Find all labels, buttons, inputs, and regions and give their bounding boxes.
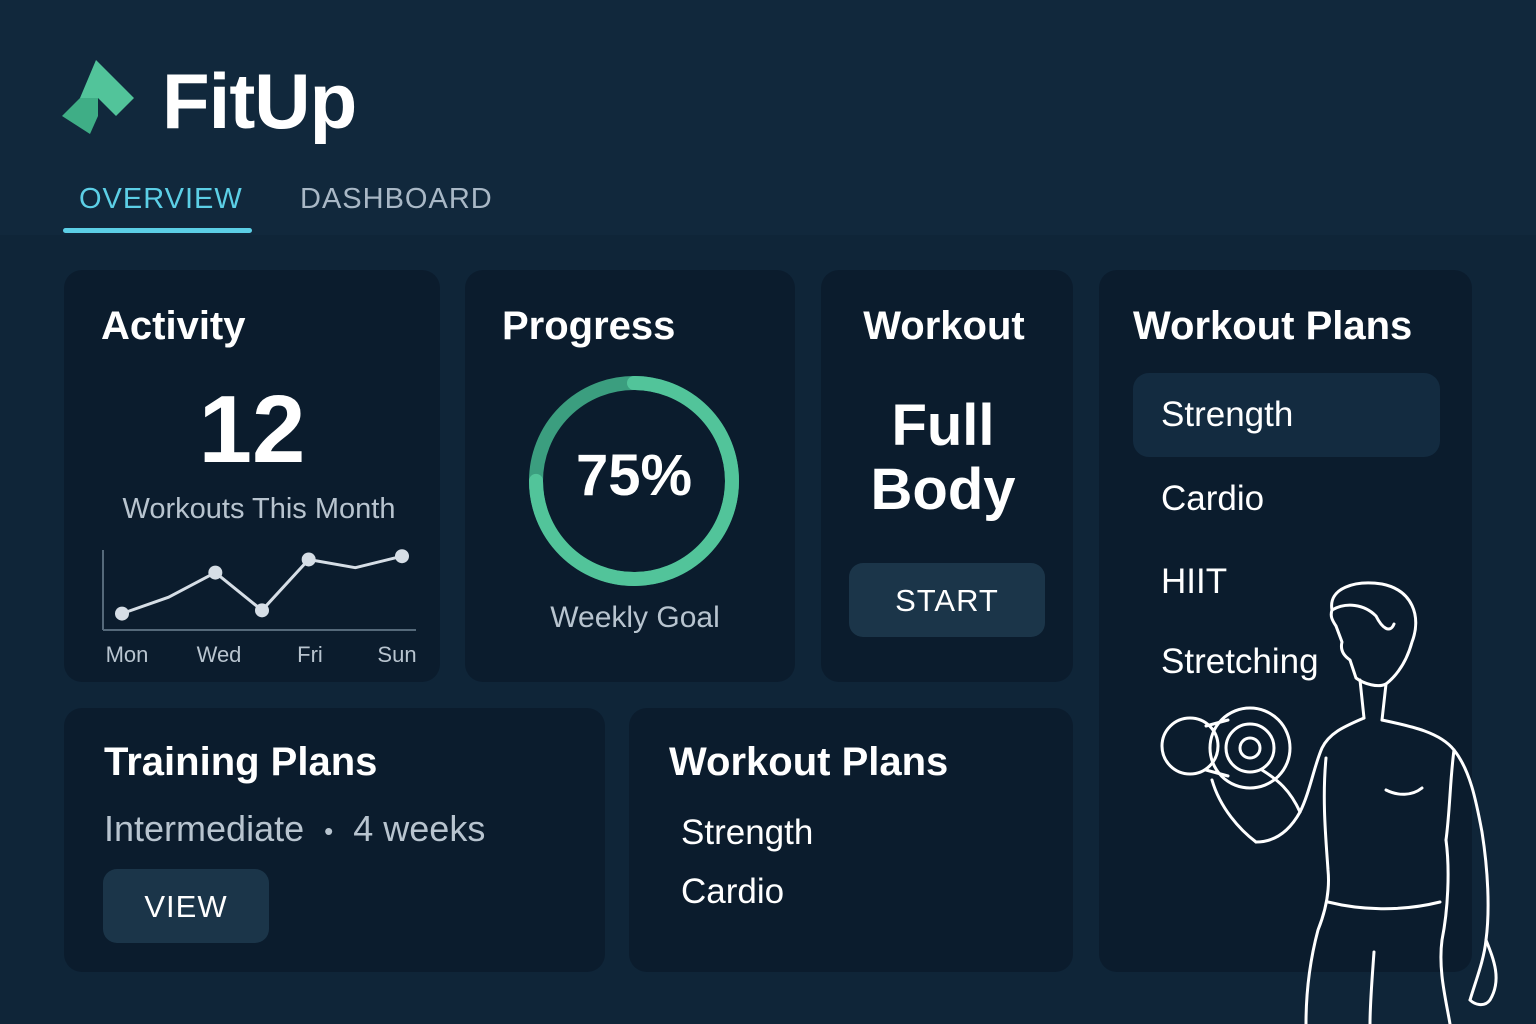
- training-level: Intermediate: [104, 808, 305, 849]
- training-plans-title: Training Plans: [104, 740, 378, 784]
- active-tab-indicator: [63, 228, 252, 233]
- workout-plans-title: Workout Plans: [1133, 304, 1413, 348]
- training-duration: 4 weeks: [353, 808, 486, 849]
- secondary-plan-strength[interactable]: Strength: [681, 812, 813, 854]
- workout-plans-secondary-title: Workout Plans: [669, 740, 949, 784]
- workout-name-line2: Body: [870, 457, 1016, 522]
- chart-x-label: Fri: [297, 642, 323, 667]
- activity-point: [395, 549, 409, 564]
- fitup-logo-icon: [62, 60, 134, 134]
- chart-x-label: Mon: [106, 642, 149, 667]
- chart-x-label: Sun: [377, 642, 416, 667]
- plan-item-cardio[interactable]: Cardio: [1133, 457, 1440, 541]
- training-plans-card: Training Plans Intermediate • 4 weeks VI…: [64, 708, 605, 972]
- view-button[interactable]: VIEW: [103, 869, 269, 943]
- activity-point: [115, 606, 129, 621]
- progress-subtitle: Weekly Goal: [550, 601, 720, 634]
- start-button[interactable]: START: [849, 563, 1045, 637]
- athlete-dumbbell-icon: [1160, 581, 1498, 1024]
- activity-line-chart: Mon Wed Fri Sun: [102, 549, 417, 667]
- secondary-plan-cardio[interactable]: Cardio: [681, 871, 784, 913]
- plan-item-strength[interactable]: Strength: [1133, 373, 1440, 457]
- meta-separator: •: [324, 816, 334, 847]
- activity-card: Activity 12 Workouts This Month Mon Wed Fr…: [64, 270, 440, 682]
- progress-title: Progress: [502, 304, 676, 348]
- activity-point: [255, 603, 269, 618]
- chart-x-label: Wed: [197, 642, 242, 667]
- progress-value: 75%: [575, 443, 693, 508]
- workout-card: Workout Full Body START: [821, 270, 1073, 682]
- activity-point: [301, 552, 316, 567]
- activity-point: [208, 565, 223, 580]
- workout-name-line1: Full: [891, 393, 995, 458]
- tab-dashboard[interactable]: DASHBOARD: [300, 182, 493, 216]
- tab-overview[interactable]: OVERVIEW: [79, 182, 243, 216]
- workout-name: Full Body: [821, 394, 1065, 522]
- app-name: FitUp: [162, 57, 357, 145]
- workout-plans-secondary-card: Workout Plans Strength Cardio: [629, 708, 1073, 972]
- progress-card: Progress 75% Weekly Goal: [465, 270, 795, 682]
- training-plan-meta: Intermediate • 4 weeks: [104, 808, 485, 852]
- workout-title: Workout: [863, 304, 1025, 348]
